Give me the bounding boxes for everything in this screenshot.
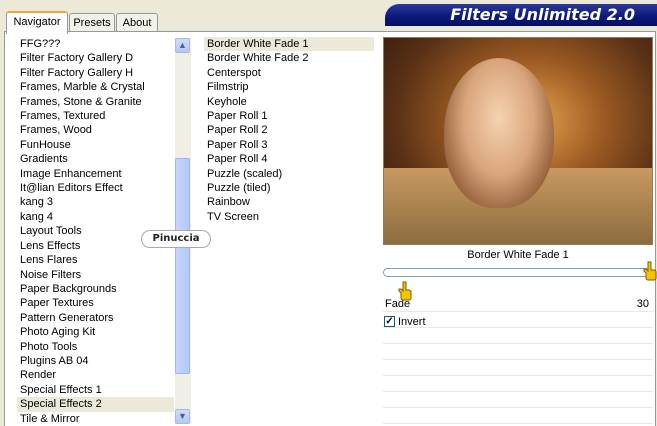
param-row-empty <box>383 329 653 344</box>
filter-list-item[interactable]: Paper Roll 4 <box>204 152 374 166</box>
filter-list-item[interactable]: Paper Roll 3 <box>204 138 374 152</box>
category-list-item[interactable]: Lens Flares <box>17 253 174 267</box>
category-list-item[interactable]: It@lian Editors Effect <box>17 181 174 195</box>
param-row-empty <box>383 361 653 376</box>
filter-list-item[interactable]: Border White Fade 2 <box>204 51 374 65</box>
filter-list-item[interactable]: Paper Roll 2 <box>204 123 374 137</box>
invert-label: Invert <box>398 316 426 328</box>
filter-list-item[interactable]: Centerspot <box>204 66 374 80</box>
category-list-item[interactable]: FFG??? <box>17 37 174 51</box>
filter-list-item[interactable]: Puzzle (scaled) <box>204 167 374 181</box>
filter-list-item[interactable]: Puzzle (tiled) <box>204 181 374 195</box>
preview-caption: Border White Fade 1 <box>467 249 569 261</box>
param-row-empty <box>383 393 653 408</box>
category-list-item[interactable]: Filter Factory Gallery D <box>17 51 174 65</box>
category-list-item[interactable]: Frames, Stone & Granite <box>17 95 174 109</box>
preview-image <box>383 37 653 245</box>
filter-list-item[interactable]: Paper Roll 1 <box>204 109 374 123</box>
category-list-item[interactable]: Tile & Mirror <box>17 412 174 425</box>
scrollbar-thumb[interactable] <box>175 158 190 374</box>
filter-list-item[interactable]: Filmstrip <box>204 80 374 94</box>
param-row-empty <box>383 345 653 360</box>
category-list-item[interactable]: Frames, Textured <box>17 109 174 123</box>
watermark-badge: Pinuccia <box>141 230 211 248</box>
category-list-item[interactable]: Filter Factory Gallery H <box>17 66 174 80</box>
category-list-item[interactable]: Frames, Wood <box>17 123 174 137</box>
invert-checkbox[interactable]: ✓ <box>384 316 395 327</box>
category-list-item[interactable]: kang 3 <box>17 195 174 209</box>
hand-pointer-icon <box>643 261 657 281</box>
fade-value: 30 <box>636 298 649 310</box>
tab-navigator[interactable]: Navigator <box>6 11 68 34</box>
category-list-item[interactable]: Pattern Generators <box>17 311 174 325</box>
category-list-item[interactable]: Plugins AB 04 <box>17 354 174 368</box>
chevron-up-icon[interactable]: ▲ <box>175 38 190 53</box>
param-row-fade: Fade 30 <box>383 297 653 312</box>
category-list-item[interactable]: Noise Filters <box>17 268 174 282</box>
category-list-item[interactable]: Image Enhancement <box>17 167 174 181</box>
category-list-item[interactable]: Photo Aging Kit <box>17 325 174 339</box>
filter-list-item[interactable]: TV Screen <box>204 210 374 224</box>
category-list-item[interactable]: Paper Backgrounds <box>17 282 174 296</box>
param-row-empty <box>383 409 653 424</box>
category-list-item[interactable]: Paper Textures <box>17 296 174 310</box>
category-list-item[interactable]: Photo Tools <box>17 340 174 354</box>
filter-list-item[interactable]: Keyhole <box>204 95 374 109</box>
filter-list-item[interactable]: Border White Fade 1 <box>204 37 374 52</box>
param-row-empty <box>383 377 653 392</box>
category-list-item[interactable]: Frames, Marble & Crystal <box>17 80 174 94</box>
filter-list[interactable]: Border White Fade 1 Border White Fade 2 Ce… <box>204 37 374 237</box>
category-list-item[interactable]: Render <box>17 368 174 382</box>
category-list-item[interactable]: kang 4 <box>17 210 174 224</box>
category-list-item[interactable]: FunHouse <box>17 138 174 152</box>
preview-face <box>444 58 554 208</box>
tab-about[interactable]: About <box>116 13 158 32</box>
fade-slider[interactable] <box>383 268 651 277</box>
filter-list-item[interactable]: Rainbow <box>204 195 374 209</box>
category-list-item[interactable]: Special Effects 2 <box>17 397 174 412</box>
category-list-item[interactable]: Special Effects 1 <box>17 383 174 397</box>
tab-presets[interactable]: Presets <box>69 13 115 32</box>
hand-pointer-icon <box>398 281 412 301</box>
app-title-banner: Filters Unlimited 2.0 <box>385 4 657 26</box>
chevron-down-icon[interactable]: ▼ <box>175 409 190 424</box>
category-list-item[interactable]: Gradients <box>17 152 174 166</box>
